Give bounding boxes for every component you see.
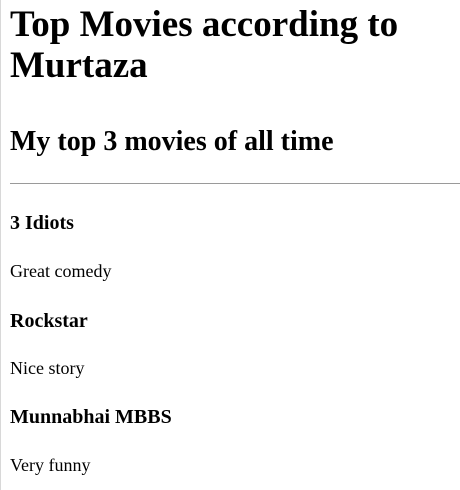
movie-description: Great comedy — [10, 261, 112, 281]
page-subtitle: My top 3 movies of all time — [10, 126, 334, 157]
movie-description: Very funny — [10, 455, 91, 475]
divider — [10, 183, 460, 184]
page: Top Movies according to Murtaza My top 3… — [1, 0, 460, 490]
movie-title: 3 Idiots — [10, 212, 74, 234]
movie-title: Rockstar — [10, 310, 88, 332]
movie-description: Nice story — [10, 358, 85, 378]
movie-title: Munnabhai MBBS — [10, 406, 172, 428]
page-title: Top Movies according to Murtaza — [10, 4, 399, 86]
